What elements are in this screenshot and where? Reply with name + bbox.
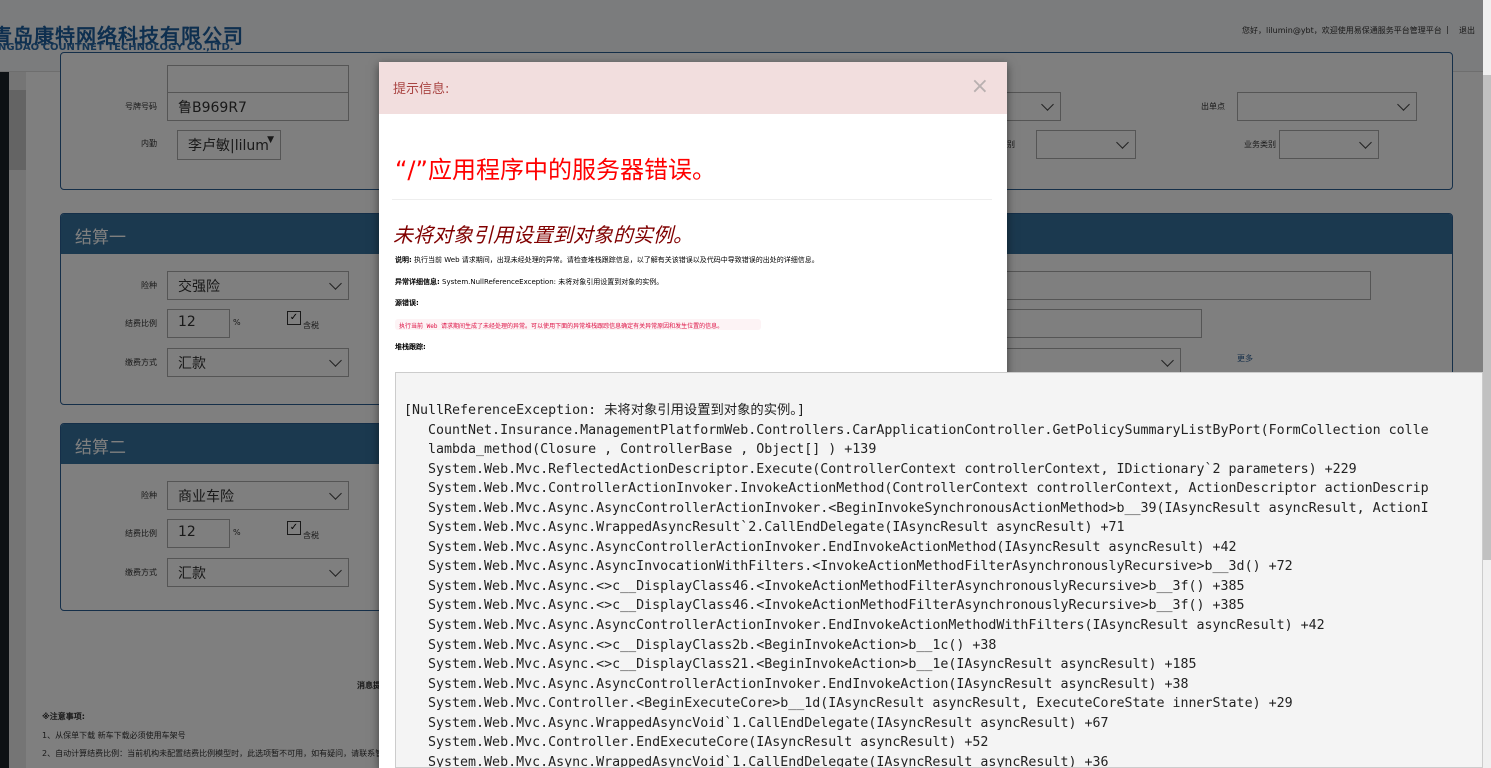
stack-trace-line: lambda_method(Closure , ControllerBase ,… xyxy=(404,442,877,458)
stack-trace-line: System.Web.Mvc.Async.AsyncControllerActi… xyxy=(404,539,1237,555)
divider xyxy=(392,199,992,200)
exception-details-label: 异常详细信息: xyxy=(395,278,440,286)
stack-trace-line: System.Web.Mvc.ReflectedActionDescriptor… xyxy=(404,461,1357,477)
stack-trace-line: System.Web.Mvc.Async.AsyncInvocationWith… xyxy=(404,559,1293,575)
stack-trace-line: System.Web.Mvc.Async.WrappedAsyncVoid`1.… xyxy=(404,754,1109,768)
stack-trace-line: System.Web.Mvc.Async.<>c__DisplayClass46… xyxy=(404,598,1245,614)
modal-title: 提示信息: xyxy=(393,82,450,97)
stack-trace-line: System.Web.Mvc.Async.AsyncControllerActi… xyxy=(404,676,1189,692)
source-error-label: 源错误: xyxy=(395,298,419,308)
stack-trace-line: System.Web.Mvc.Async.<>c__DisplayClass21… xyxy=(404,657,1197,673)
exception-details-text: System.NullReferenceException: 未将对象引用设置到… xyxy=(442,278,664,286)
stack-trace: [NullReferenceException: 未将对象引用设置到对象的实例。… xyxy=(404,401,1474,768)
stack-trace-line: System.Web.Mvc.ControllerActionInvoker.I… xyxy=(404,481,1429,497)
stack-trace-label: 堆栈跟踪: xyxy=(395,342,426,352)
stack-trace-line: System.Web.Mvc.Controller.<BeginExecuteC… xyxy=(404,696,1293,712)
page-scrollbar-thumb[interactable] xyxy=(1483,75,1491,560)
error-title: “/”应用程序中的服务器错误。 xyxy=(395,156,716,184)
source-error-label-text: 源错误: xyxy=(395,299,419,307)
description: 说明: 执行当前 Web 请求期间，出现未经处理的异常。请检查堆栈跟踪信息，以了… xyxy=(395,255,819,265)
description-label: 说明: xyxy=(395,256,412,264)
source-error-box: 执行当前 Web 请求期间生成了未经处理的异常。可以使用下面的异常堆栈跟踪信息确… xyxy=(395,319,761,330)
stack-trace-line: System.Web.Mvc.Async.WrappedAsyncResult`… xyxy=(404,520,1125,536)
stack-trace-line: System.Web.Mvc.Async.AsyncControllerActi… xyxy=(404,500,1429,516)
error-subtitle: 未将对象引用设置到对象的实例。 xyxy=(393,223,693,247)
modal-header: 提示信息: × xyxy=(379,62,1007,114)
stack-trace-line: System.Web.Mvc.Controller.EndExecuteCore… xyxy=(404,735,989,751)
stack-trace-line: System.Web.Mvc.Async.WrappedAsyncVoid`1.… xyxy=(404,715,1109,731)
stack-trace-line: [NullReferenceException: 未将对象引用设置到对象的实例。… xyxy=(404,403,805,418)
description-text: 执行当前 Web 请求期间，出现未经处理的异常。请检查堆栈跟踪信息，以了解有关该… xyxy=(414,256,819,264)
stack-trace-label-text: 堆栈跟踪: xyxy=(395,343,426,351)
stack-trace-line: System.Web.Mvc.Async.AsyncControllerActi… xyxy=(404,618,1325,634)
close-icon[interactable]: × xyxy=(971,74,989,99)
stack-trace-box[interactable]: [NullReferenceException: 未将对象引用设置到对象的实例。… xyxy=(395,372,1483,768)
exception-details: 异常详细信息: System.NullReferenceException: 未… xyxy=(395,277,663,287)
stack-trace-line: System.Web.Mvc.Async.<>c__DisplayClass2b… xyxy=(404,637,997,653)
stack-trace-line: CountNet.Insurance.ManagementPlatformWeb… xyxy=(404,422,1429,438)
stack-trace-line: System.Web.Mvc.Async.<>c__DisplayClass46… xyxy=(404,578,1245,594)
